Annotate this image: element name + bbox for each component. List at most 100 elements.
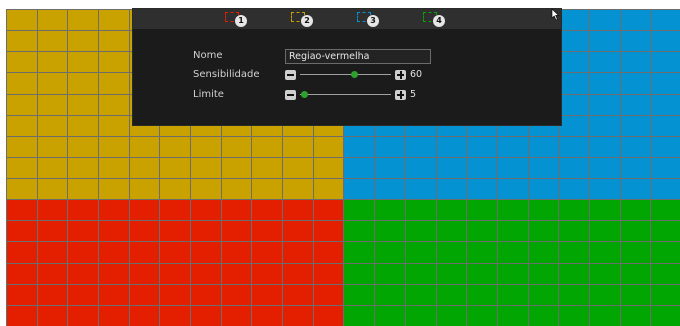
grid-cell[interactable] (620, 10, 651, 31)
grid-cell[interactable] (252, 284, 283, 305)
sensitivity-slider-track[interactable] (300, 74, 391, 75)
grid-cell[interactable] (620, 263, 651, 284)
grid-cell[interactable] (252, 221, 283, 242)
grid-cell[interactable] (559, 157, 589, 179)
grid-cell[interactable] (528, 284, 559, 305)
grid-cell[interactable] (283, 263, 313, 284)
grid-cell[interactable] (651, 179, 680, 200)
grid-cell[interactable] (375, 284, 405, 305)
grid-cell[interactable] (129, 263, 160, 284)
limit-slider-track[interactable] (300, 94, 391, 95)
grid-cell[interactable] (313, 242, 344, 263)
grid-cell[interactable] (283, 221, 313, 242)
grid-cell[interactable] (129, 179, 160, 200)
grid-cell[interactable] (375, 136, 405, 157)
grid-cell[interactable] (191, 242, 221, 263)
grid-cell[interactable] (375, 263, 405, 284)
grid-cell[interactable] (68, 52, 99, 73)
grid-cell[interactable] (221, 305, 252, 326)
grid-cell[interactable] (467, 242, 497, 263)
grid-cell[interactable] (589, 242, 620, 263)
grid-cell[interactable] (620, 200, 651, 221)
grid-cell[interactable] (68, 242, 99, 263)
grid-cell[interactable] (620, 221, 651, 242)
grid-cell[interactable] (497, 242, 528, 263)
grid-cell[interactable] (620, 242, 651, 263)
grid-cell[interactable] (7, 221, 37, 242)
grid-cell[interactable] (7, 94, 37, 115)
grid-cell[interactable] (37, 157, 68, 179)
grid-cell[interactable] (221, 221, 252, 242)
grid-cell[interactable] (7, 200, 37, 221)
grid-cell[interactable] (589, 284, 620, 305)
grid-cell[interactable] (252, 305, 283, 326)
grid-cell[interactable] (436, 157, 467, 179)
grid-cell[interactable] (344, 179, 375, 200)
grid-cell[interactable] (589, 263, 620, 284)
grid-cell[interactable] (559, 31, 589, 52)
region-tab-1[interactable]: 1 (225, 11, 251, 27)
grid-cell[interactable] (651, 157, 680, 179)
grid-cell[interactable] (283, 305, 313, 326)
grid-cell[interactable] (221, 157, 252, 179)
grid-cell[interactable] (252, 263, 283, 284)
grid-cell[interactable] (221, 179, 252, 200)
grid-cell[interactable] (160, 136, 191, 157)
grid-cell[interactable] (283, 242, 313, 263)
grid-cell[interactable] (620, 179, 651, 200)
grid-cell[interactable] (160, 305, 191, 326)
grid-cell[interactable] (99, 157, 129, 179)
grid-cell[interactable] (68, 115, 99, 136)
grid-cell[interactable] (99, 179, 129, 200)
grid-cell[interactable] (528, 263, 559, 284)
grid-cell[interactable] (37, 31, 68, 52)
grid-cell[interactable] (37, 10, 68, 31)
grid-cell[interactable] (375, 179, 405, 200)
grid-cell[interactable] (405, 305, 436, 326)
grid-cell[interactable] (68, 221, 99, 242)
grid-cell[interactable] (559, 242, 589, 263)
grid-cell[interactable] (99, 200, 129, 221)
limit-slider-thumb[interactable] (301, 91, 309, 98)
grid-cell[interactable] (497, 200, 528, 221)
grid-cell[interactable] (160, 221, 191, 242)
sensitivity-decrease-button[interactable] (285, 70, 296, 80)
grid-cell[interactable] (651, 305, 680, 326)
grid-cell[interactable] (37, 52, 68, 73)
grid-cell[interactable] (99, 136, 129, 157)
grid-cell[interactable] (252, 136, 283, 157)
grid-cell[interactable] (497, 179, 528, 200)
grid-cell[interactable] (436, 242, 467, 263)
grid-cell[interactable] (129, 284, 160, 305)
grid-cell[interactable] (99, 31, 129, 52)
grid-cell[interactable] (559, 284, 589, 305)
grid-cell[interactable] (221, 136, 252, 157)
grid-cell[interactable] (313, 200, 344, 221)
grid-cell[interactable] (559, 305, 589, 326)
grid-cell[interactable] (37, 263, 68, 284)
grid-cell[interactable] (375, 157, 405, 179)
grid-cell[interactable] (559, 136, 589, 157)
grid-cell[interactable] (160, 284, 191, 305)
sensitivity-slider-thumb[interactable] (351, 71, 359, 78)
grid-cell[interactable] (7, 115, 37, 136)
grid-cell[interactable] (589, 115, 620, 136)
grid-cell[interactable] (497, 305, 528, 326)
grid-cell[interactable] (160, 242, 191, 263)
grid-cell[interactable] (559, 263, 589, 284)
grid-cell[interactable] (160, 200, 191, 221)
grid-cell[interactable] (283, 179, 313, 200)
grid-cell[interactable] (191, 221, 221, 242)
grid-cell[interactable] (160, 179, 191, 200)
grid-cell[interactable] (651, 200, 680, 221)
grid-cell[interactable] (559, 200, 589, 221)
grid-cell[interactable] (68, 305, 99, 326)
grid-cell[interactable] (651, 73, 680, 94)
grid-cell[interactable] (37, 284, 68, 305)
grid-cell[interactable] (37, 305, 68, 326)
grid-cell[interactable] (589, 136, 620, 157)
grid-cell[interactable] (99, 221, 129, 242)
grid-cell[interactable] (7, 31, 37, 52)
grid-cell[interactable] (313, 284, 344, 305)
grid-cell[interactable] (344, 221, 375, 242)
